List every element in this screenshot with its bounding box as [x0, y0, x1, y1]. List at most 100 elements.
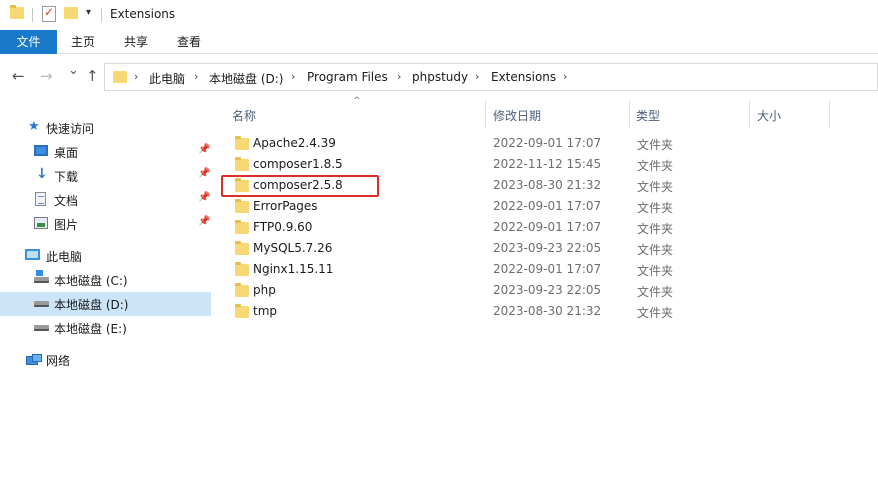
file-row[interactable]: MySQL5.7.26 2023-09-23 22:05 文件夹 — [222, 238, 878, 259]
desktop-icon — [34, 145, 48, 156]
nav-label: 图片 — [54, 218, 79, 232]
star-icon: ★ — [28, 119, 40, 134]
column-header-modified[interactable]: 修改日期 — [493, 107, 541, 124]
picture-icon — [34, 217, 48, 229]
column-header-size[interactable]: 大小 — [757, 107, 781, 124]
tab-home[interactable]: 主页 — [57, 30, 109, 54]
pin-icon[interactable]: 📌 — [198, 216, 210, 227]
column-divider[interactable] — [749, 100, 750, 128]
nav-label: 文档 — [54, 194, 79, 208]
nav-label: 网络 — [46, 354, 71, 368]
column-header-name[interactable]: 名称 — [232, 107, 256, 124]
drive-icon — [34, 325, 49, 331]
chevron-right-icon[interactable]: › — [134, 70, 138, 83]
chevron-right-icon[interactable]: › — [194, 70, 198, 83]
file-type: 文件夹 — [637, 306, 674, 320]
nav-label: 桌面 — [54, 146, 79, 160]
back-arrow-icon[interactable]: ← — [12, 67, 25, 85]
document-icon — [35, 192, 46, 206]
file-modified: 2023-09-23 22:05 — [493, 283, 602, 297]
nav-documents[interactable]: 文档 📌 — [0, 188, 211, 212]
chevron-right-icon[interactable]: › — [397, 70, 401, 83]
column-header-row: ^ 名称 修改日期 类型 大小 — [222, 96, 878, 128]
file-row[interactable]: FTP0.9.60 2022-09-01 17:07 文件夹 — [222, 217, 878, 238]
windows-drive-icon — [34, 270, 49, 283]
breadcrumb-phpstudy[interactable]: phpstudy — [412, 70, 468, 84]
divider — [101, 8, 102, 22]
nav-desktop[interactable]: 桌面 📌 — [0, 140, 211, 164]
file-type: 文件夹 — [637, 222, 674, 236]
pin-icon[interactable]: 📌 — [198, 168, 210, 179]
file-row[interactable]: Apache2.4.39 2022-09-01 17:07 文件夹 — [222, 133, 878, 154]
chevron-right-icon[interactable]: › — [475, 70, 479, 83]
nav-quick-access[interactable]: ★ 快速访问 — [0, 116, 211, 140]
column-divider[interactable] — [829, 100, 830, 128]
file-row[interactable]: Nginx1.15.11 2022-09-01 17:07 文件夹 — [222, 259, 878, 280]
computer-icon — [25, 249, 40, 260]
column-header-type[interactable]: 类型 — [636, 107, 660, 124]
file-modified: 2022-09-01 17:07 — [493, 220, 602, 234]
file-name: Apache2.4.39 — [253, 136, 336, 150]
file-name: tmp — [253, 304, 278, 318]
chevron-right-icon[interactable]: › — [563, 70, 567, 83]
pin-icon[interactable]: 📌 — [198, 144, 210, 155]
tab-share[interactable]: 共享 — [109, 30, 163, 54]
nav-drive-e[interactable]: 本地磁盘 (E:) — [0, 316, 211, 340]
file-name: php — [253, 283, 276, 297]
file-modified: 2023-08-30 21:32 — [493, 178, 602, 192]
properties-icon[interactable] — [42, 5, 56, 22]
nav-drive-c[interactable]: 本地磁盘 (C:) — [0, 268, 211, 292]
nav-drive-d[interactable]: 本地磁盘 (D:) — [0, 292, 211, 316]
breadcrumb-program-files[interactable]: Program Files — [307, 70, 388, 84]
navigation-pane: ★ 快速访问 桌面 📌 ↓ 下载 📌 文档 📌 图片 📌 此电脑 本地磁盘 (C… — [0, 100, 211, 490]
file-name: MySQL5.7.26 — [253, 241, 333, 255]
customize-toolbar-dropdown[interactable]: ▾ — [86, 7, 91, 18]
address-bar[interactable]: › 此电脑 › 本地磁盘 (D:) › Program Files › phps… — [104, 63, 878, 91]
folder-icon — [113, 71, 127, 83]
highlight-box — [221, 175, 379, 197]
folder-icon — [235, 304, 249, 318]
divider — [32, 8, 33, 22]
column-divider[interactable] — [485, 100, 486, 128]
file-type: 文件夹 — [637, 180, 674, 194]
file-modified: 2022-09-01 17:07 — [493, 136, 602, 150]
file-row[interactable]: php 2023-09-23 22:05 文件夹 — [222, 280, 878, 301]
nav-network[interactable]: 网络 — [0, 348, 211, 372]
up-arrow-icon[interactable]: ↑ — [86, 67, 99, 85]
nav-label: 本地磁盘 (C:) — [54, 274, 128, 288]
nav-downloads[interactable]: ↓ 下载 📌 — [0, 164, 211, 188]
column-divider[interactable] — [629, 100, 630, 128]
folder-icon[interactable] — [10, 5, 24, 19]
file-modified: 2022-09-01 17:07 — [493, 262, 602, 276]
nav-pictures[interactable]: 图片 📌 — [0, 212, 211, 236]
file-type: 文件夹 — [637, 264, 674, 278]
file-row[interactable]: tmp 2023-08-30 21:32 文件夹 — [222, 301, 878, 322]
tab-file[interactable]: 文件 — [0, 30, 57, 54]
recent-locations-icon[interactable]: ⌄ — [68, 63, 79, 78]
file-row[interactable]: composer1.8.5 2022-11-12 15:45 文件夹 — [222, 154, 878, 175]
nav-this-pc[interactable]: 此电脑 — [0, 244, 211, 268]
file-modified: 2022-09-01 17:07 — [493, 199, 602, 213]
network-icon — [26, 354, 42, 365]
new-folder-icon[interactable] — [64, 7, 78, 19]
folder-icon — [235, 157, 249, 171]
title-bar: ▾ Extensions — [0, 0, 878, 30]
breadcrumb-extensions[interactable]: Extensions — [491, 70, 556, 84]
folder-icon — [235, 241, 249, 255]
tab-view[interactable]: 查看 — [163, 30, 215, 54]
file-type: 文件夹 — [637, 243, 674, 257]
folder-icon — [235, 262, 249, 276]
window-title: Extensions — [110, 7, 176, 21]
file-row[interactable]: ErrorPages 2022-09-01 17:07 文件夹 — [222, 196, 878, 217]
file-name: composer1.8.5 — [253, 157, 343, 171]
chevron-right-icon[interactable]: › — [291, 70, 295, 83]
forward-arrow-icon[interactable]: → — [40, 67, 53, 85]
pin-icon[interactable]: 📌 — [198, 192, 210, 203]
nav-label: 本地磁盘 (D:) — [54, 298, 129, 312]
file-type: 文件夹 — [637, 201, 674, 215]
folder-icon — [235, 136, 249, 150]
breadcrumb-drive-d[interactable]: 本地磁盘 (D:) — [209, 70, 283, 87]
file-type: 文件夹 — [637, 138, 674, 152]
breadcrumb-this-pc[interactable]: 此电脑 — [149, 70, 185, 87]
drive-icon — [34, 301, 49, 307]
